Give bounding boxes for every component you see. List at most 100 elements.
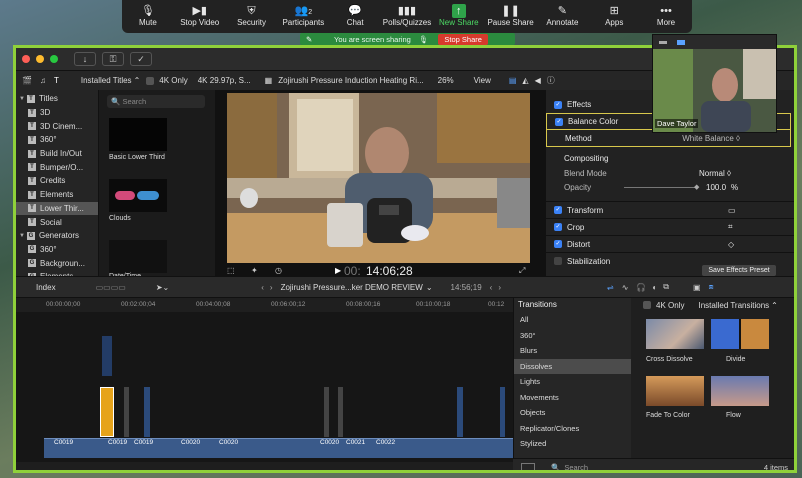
background-tasks-button[interactable]: ✓ bbox=[130, 52, 152, 66]
connected-clip[interactable] bbox=[500, 387, 505, 437]
transition-category[interactable]: Stylized bbox=[514, 436, 631, 452]
distort-onscreen-icon[interactable]: ◇ bbox=[728, 240, 734, 249]
play-button[interactable]: ▶ bbox=[335, 266, 341, 275]
crop-onscreen-icon[interactable]: ⌗ bbox=[728, 222, 733, 232]
titles-generators-icon[interactable]: T bbox=[54, 76, 59, 85]
video-frame[interactable] bbox=[227, 93, 530, 263]
transition-category[interactable]: All bbox=[514, 312, 631, 328]
save-effects-preset-button[interactable]: Save Effects Preset bbox=[702, 265, 776, 276]
effects-browser-icon[interactable]: ▣ bbox=[693, 283, 701, 292]
clip-appearance-icon[interactable]: ▭▭▭▭ bbox=[96, 283, 126, 292]
waveform-icon[interactable]: ∿ bbox=[622, 283, 629, 292]
magic-wand-icon[interactable]: ✦ bbox=[251, 266, 258, 275]
sidebar-item[interactable]: T Build In/Out bbox=[16, 147, 98, 161]
stop-video-button[interactable]: ▶▮ Stop Video bbox=[174, 4, 226, 27]
opacity-slider-knob[interactable]: ◆ bbox=[694, 183, 699, 191]
zoom-window-button[interactable] bbox=[50, 55, 58, 63]
search-field[interactable]: 🔍 Search bbox=[107, 95, 205, 108]
timeline-forward-icon[interactable]: › bbox=[498, 283, 501, 292]
balance-color-checkbox[interactable]: ✓ bbox=[555, 117, 563, 126]
transition-flow[interactable] bbox=[711, 376, 769, 406]
sidebar-item[interactable]: T 3D bbox=[16, 106, 98, 120]
index-button[interactable]: Index bbox=[36, 283, 56, 292]
distort-checkbox[interactable]: ✓ bbox=[554, 240, 562, 248]
sidebar-item[interactable]: T Bumper/O... bbox=[16, 160, 98, 174]
connected-clip[interactable] bbox=[457, 387, 463, 437]
speed-icon[interactable]: ◷ bbox=[275, 266, 282, 275]
sidebar-item[interactable]: ▼ G Generators bbox=[16, 229, 98, 243]
close-window-button[interactable] bbox=[22, 55, 30, 63]
libraries-icon[interactable]: 🎬 bbox=[22, 76, 32, 85]
transitions-search[interactable]: Search bbox=[564, 463, 588, 470]
security-button[interactable]: ⛨ Security bbox=[226, 4, 278, 27]
solo-icon[interactable]: ◐ bbox=[652, 283, 657, 292]
annotate-button[interactable]: ✎ Annotate bbox=[537, 4, 589, 27]
transition-category[interactable]: Dissolves bbox=[514, 358, 631, 374]
sidebar-item[interactable]: T Lower Thir... bbox=[16, 201, 98, 216]
keywords-button[interactable]: ⚿ bbox=[102, 52, 124, 66]
effects-checkbox[interactable]: ✓ bbox=[554, 100, 562, 109]
timeline-tracks[interactable]: C0019 C0019 C0019 C0020 C0020 C0020 C0021 C0022 bbox=[16, 312, 513, 462]
transform-onscreen-icon[interactable]: ▭ bbox=[728, 206, 736, 215]
history-back-icon[interactable]: ‹ bbox=[261, 283, 264, 292]
opacity-slider[interactable] bbox=[624, 187, 698, 188]
zoom-level[interactable]: 26% bbox=[438, 76, 454, 85]
project-name[interactable]: Zojirushi Pressure...ker DEMO REVIEW bbox=[281, 283, 423, 292]
headphones-icon[interactable]: 🎧 bbox=[636, 283, 646, 292]
pip-layout-icon[interactable] bbox=[677, 39, 685, 45]
new-share-button[interactable]: ↑ New Share bbox=[433, 4, 485, 27]
transitions-browser-icon[interactable]: ⧈ bbox=[709, 282, 714, 292]
title-tile-clouds[interactable] bbox=[109, 179, 167, 212]
pip-minimize-icon[interactable] bbox=[659, 40, 667, 44]
opacity-value[interactable]: 100.0 bbox=[706, 183, 726, 192]
apps-button[interactable]: ⊞ Apps bbox=[588, 4, 640, 27]
select-tool-icon[interactable]: ➤⌄ bbox=[156, 283, 169, 292]
polls-button[interactable]: ▮▮▮ Polls/Quizzes bbox=[381, 4, 433, 27]
connected-clip[interactable] bbox=[102, 336, 112, 376]
selected-title-clip[interactable] bbox=[100, 387, 114, 437]
four-k-checkbox[interactable] bbox=[146, 76, 155, 85]
method-value[interactable]: White Balance ◊ bbox=[682, 134, 740, 143]
sidebar-item[interactable]: T Social bbox=[16, 215, 98, 229]
title-tile-date-time[interactable] bbox=[109, 240, 167, 273]
stabilization-checkbox[interactable] bbox=[554, 257, 562, 265]
fullscreen-icon[interactable]: ⤢ bbox=[519, 266, 525, 276]
stop-share-button[interactable]: Stop Share bbox=[438, 33, 488, 45]
inspector-tab-audio-icon[interactable]: ◀ bbox=[535, 76, 541, 85]
distort-row[interactable]: ✓ Distort ◇ bbox=[546, 235, 794, 252]
transition-category[interactable]: Lights bbox=[514, 374, 631, 390]
timeline-ruler[interactable]: 00:00:00;00 00:02:00;04 00:04:00;08 00:0… bbox=[16, 298, 513, 312]
transform-row[interactable]: ✓ Transform ▭ bbox=[546, 201, 794, 218]
microphone-small-icon[interactable]: 🎙 bbox=[419, 35, 429, 44]
transition-category[interactable]: Movements bbox=[514, 390, 631, 406]
crop-row[interactable]: ✓ Crop ⌗ bbox=[546, 218, 794, 235]
transition-category[interactable]: Blurs bbox=[514, 343, 631, 359]
minimize-window-button[interactable] bbox=[36, 55, 44, 63]
transform-tool-icon[interactable]: ⬚ bbox=[227, 266, 235, 275]
transition-category[interactable]: 360° bbox=[514, 328, 631, 344]
browser-dropdown[interactable]: Installed Titles bbox=[81, 76, 132, 85]
participant-video[interactable]: Dave Taylor bbox=[652, 34, 777, 133]
info-icon[interactable]: ⓘ bbox=[547, 75, 555, 86]
connected-clip[interactable] bbox=[324, 387, 329, 437]
transitions-4k-checkbox[interactable] bbox=[643, 301, 651, 309]
sidebar-item[interactable]: T Elements bbox=[16, 188, 98, 202]
blend-mode-value[interactable]: Normal ◊ bbox=[699, 169, 731, 178]
participants-button[interactable]: 👥2 Participants bbox=[277, 4, 329, 27]
inspector-tab-color-icon[interactable]: ◭ bbox=[522, 76, 528, 85]
title-tile-basic-lower-third[interactable] bbox=[109, 118, 167, 151]
photos-icon[interactable]: ♫ bbox=[40, 76, 46, 85]
transition-fade-to-color[interactable] bbox=[646, 376, 704, 406]
installed-transitions-dropdown[interactable]: Installed Transitions bbox=[698, 301, 769, 310]
pause-share-button[interactable]: ❚❚ Pause Share bbox=[485, 4, 537, 27]
import-button[interactable]: ↓ bbox=[74, 52, 96, 66]
view-menu[interactable]: View bbox=[474, 76, 491, 85]
sidebar-item[interactable]: T 360° bbox=[16, 133, 98, 147]
audio-skimming-icon[interactable]: ⇌ bbox=[607, 283, 614, 292]
transition-divide[interactable] bbox=[711, 319, 769, 349]
sidebar-item[interactable]: G 360° bbox=[16, 243, 98, 257]
mute-button[interactable]: 🎙 Mute bbox=[122, 4, 174, 27]
history-forward-icon[interactable]: › bbox=[270, 283, 273, 292]
inspector-tab-video-icon[interactable]: ▤ bbox=[509, 76, 517, 85]
transform-checkbox[interactable]: ✓ bbox=[554, 206, 562, 214]
